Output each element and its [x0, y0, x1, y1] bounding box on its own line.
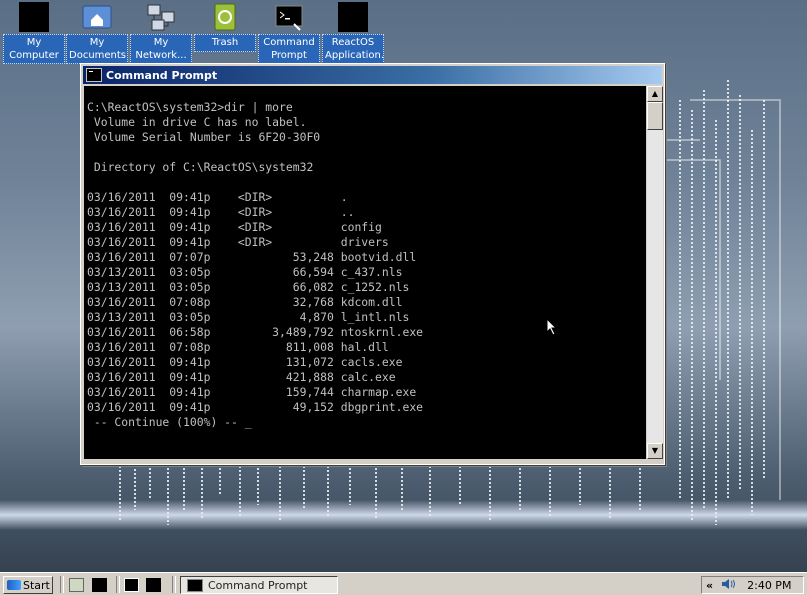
system-tray: « 2:40 PM [701, 576, 804, 594]
console-line: 03/16/2011 09:41p 49,152 dbgprint.exe [87, 400, 424, 414]
console-line: 03/13/2011 03:05p 66,594 c_437.nls [87, 265, 403, 279]
start-logo-icon [7, 580, 21, 590]
desktop-icon-command-prompt[interactable]: Command Prompt [258, 2, 320, 64]
desktop-icon-my-documents[interactable]: My Documents [66, 2, 128, 64]
window-title: Command Prompt [106, 68, 218, 82]
console-line: Volume Serial Number is 6F20-30F0 [87, 130, 321, 144]
computer-icon [19, 2, 49, 32]
desktop-icon-label: My Network... [130, 34, 192, 64]
console-line: 03/16/2011 07:08p 32,768 kdcom.dll [87, 295, 403, 309]
taskbar: Start Command Prompt « 2:40 PM [0, 572, 807, 595]
console-line: 03/13/2011 03:05p 66,082 c_1252.nls [87, 280, 410, 294]
desktop-icon-label: Command Prompt [258, 34, 320, 64]
taskbar-separator [60, 576, 64, 593]
desktop-icon-my-computer[interactable]: My Computer [3, 2, 65, 64]
console-line: 03/16/2011 09:41p <DIR> . [87, 190, 348, 204]
console-line: 03/16/2011 07:07p 53,248 bootvid.dll [87, 250, 417, 264]
console-window-icon [86, 68, 102, 82]
application-icon [338, 2, 368, 32]
desktop-icon-label: My Documents [66, 34, 128, 64]
console-line: 03/13/2011 03:05p 4,870 l_intl.nls [87, 310, 410, 324]
vertical-scrollbar[interactable]: ▲ ▼ [647, 86, 663, 459]
tray-expand-button[interactable]: « [706, 579, 713, 592]
desktop-icon-reactos-applications[interactable]: ReactOS Application... [322, 2, 384, 64]
show-desktop-icon[interactable] [69, 578, 84, 592]
console-line: C:\ReactOS\system32>dir | more [87, 100, 293, 114]
desktop-icon-label: My Computer [3, 34, 65, 64]
taskbar-separator [172, 576, 176, 593]
start-label: Start [23, 578, 50, 592]
console-line: 03/16/2011 09:41p <DIR> .. [87, 205, 355, 219]
taskbar-separator [116, 576, 120, 593]
console-line: -- Continue (100%) -- _ [87, 415, 252, 429]
console-line: Volume in drive C has no label. [87, 115, 307, 129]
taskbar-button-label: Command Prompt [208, 578, 308, 592]
start-button[interactable]: Start [3, 576, 53, 594]
command-prompt-window[interactable]: Command Prompt C:\ReactOS\system32>dir |… [80, 63, 665, 465]
console-line: 03/16/2011 09:41p <DIR> config [87, 220, 382, 234]
desktop-icon-label: Trash [194, 34, 256, 52]
window-titlebar[interactable]: Command Prompt [83, 66, 662, 84]
console-output[interactable]: C:\ReactOS\system32>dir | more Volume in… [84, 86, 646, 459]
desktop-icon-trash[interactable]: Trash [194, 2, 256, 52]
clock[interactable]: 2:40 PM [747, 579, 791, 592]
volume-icon[interactable] [721, 578, 737, 593]
taskbar-button-command-prompt[interactable]: Command Prompt [180, 576, 338, 594]
scroll-down-button[interactable]: ▼ [647, 443, 663, 459]
console-line: 03/16/2011 09:41p 421,888 calc.exe [87, 370, 396, 384]
console-line: 03/16/2011 09:41p 131,072 cacls.exe [87, 355, 403, 369]
console-line: 03/16/2011 07:08p 811,008 hal.dll [87, 340, 389, 354]
console-window-icon [187, 578, 203, 592]
console-text: C:\ReactOS\system32>dir | more Volume in… [84, 86, 646, 430]
quicklaunch-console-icon[interactable] [124, 578, 139, 592]
console-line: 03/16/2011 09:41p 159,744 charmap.exe [87, 385, 417, 399]
scroll-thumb[interactable] [647, 102, 663, 130]
command-prompt-icon [274, 2, 304, 32]
console-line: 03/16/2011 09:41p <DIR> drivers [87, 235, 389, 249]
desktop-icon-label: ReactOS Application... [322, 34, 384, 64]
scroll-up-button[interactable]: ▲ [647, 86, 663, 102]
quicklaunch-app-icon-2[interactable] [146, 578, 161, 592]
documents-folder-icon [82, 2, 112, 32]
console-line: Directory of C:\ReactOS\system32 [87, 160, 314, 174]
trash-icon [210, 2, 240, 32]
network-icon [146, 2, 176, 32]
console-line: 03/16/2011 06:58p 3,489,792 ntoskrnl.exe [87, 325, 424, 339]
desktop-icon-my-network[interactable]: My Network... [130, 2, 192, 64]
quicklaunch-app-icon[interactable] [92, 578, 107, 592]
